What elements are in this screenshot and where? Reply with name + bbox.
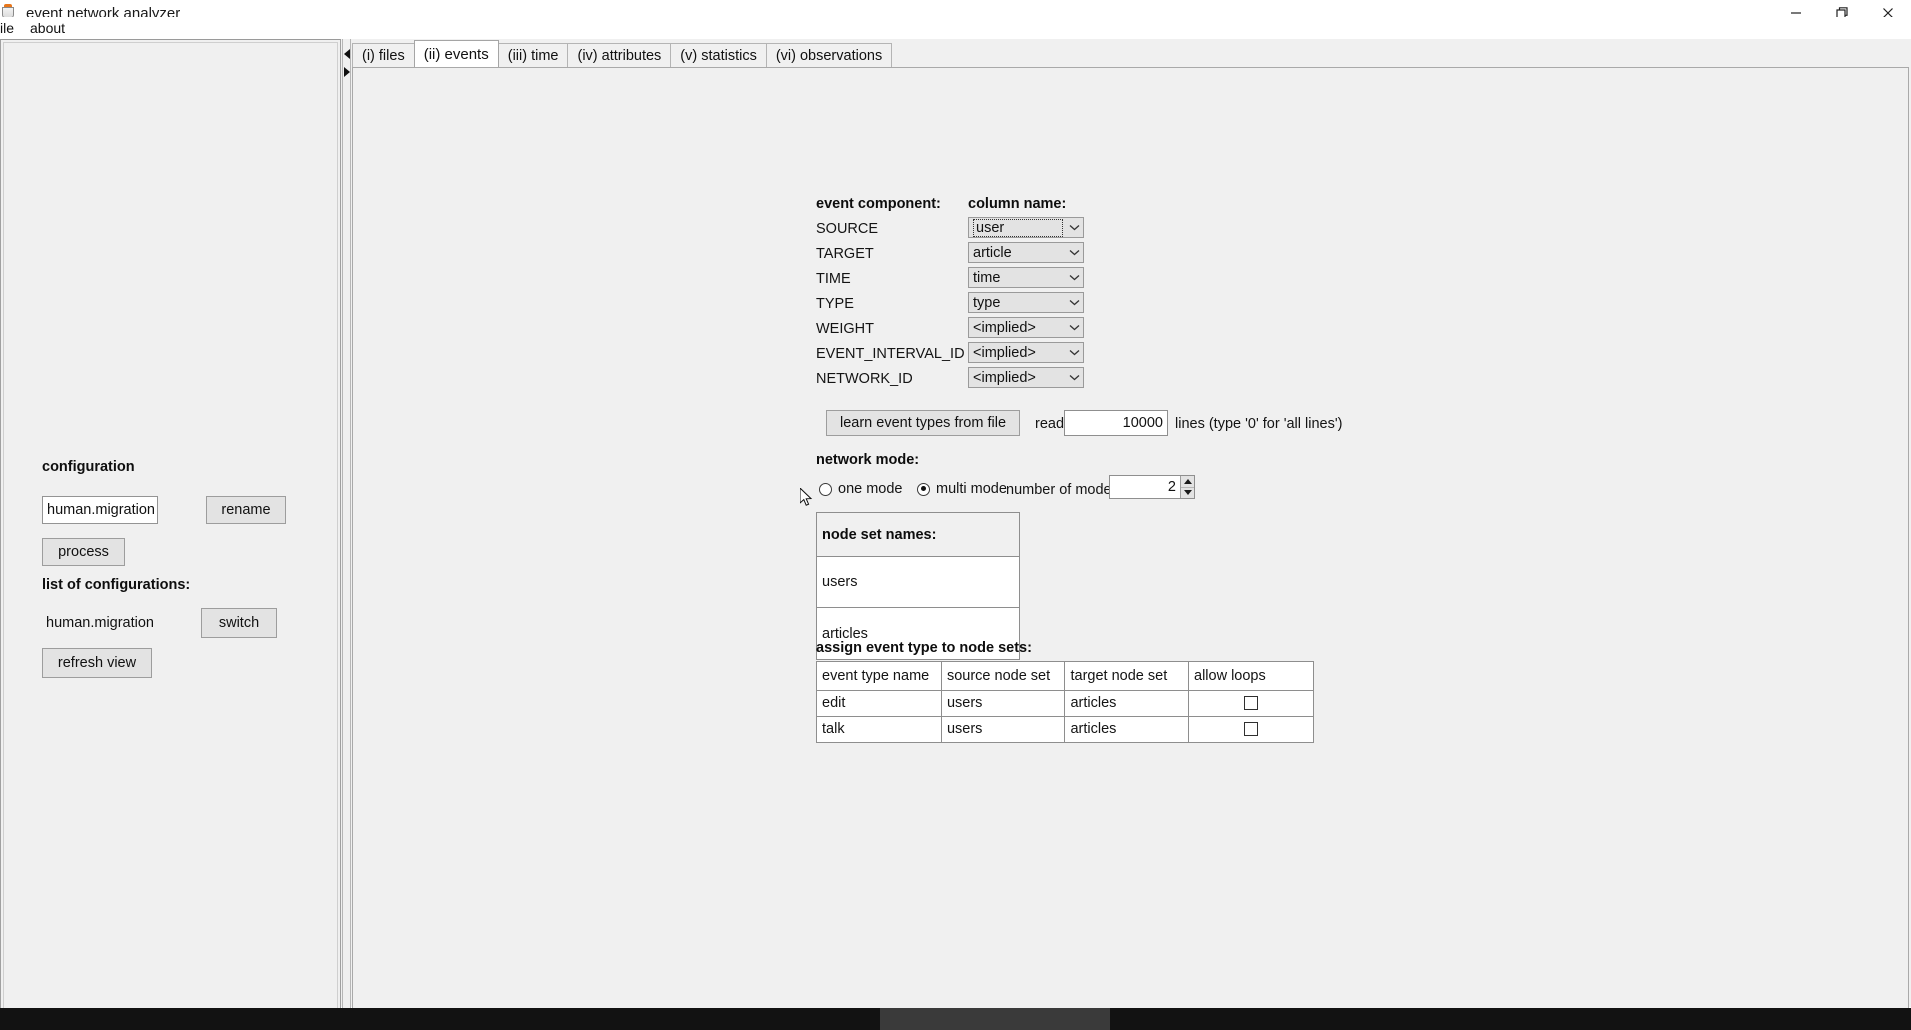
spinner-up-icon[interactable] (1181, 476, 1194, 488)
main-tab-pane: (i) files (ii) events (iii) time (iv) at… (352, 39, 1909, 1019)
column-header-event-type-name: event type name (817, 662, 941, 690)
split-pane: configuration human.migration rename pro… (0, 39, 1911, 1007)
configuration-sidebar-content: configuration human.migration rename pro… (3, 42, 338, 1016)
source-column-value: user (973, 219, 1063, 237)
learn-event-types-button[interactable]: learn event types from file (826, 410, 1020, 436)
events-form: event component: column name: SOURCE use… (353, 68, 1908, 1016)
chevron-down-icon (1065, 343, 1083, 362)
multi-mode-label: multi mode (936, 481, 1007, 497)
label-source: SOURCE (816, 221, 878, 237)
rename-button[interactable]: rename (206, 496, 286, 524)
type-column-dropdown[interactable]: type (968, 292, 1084, 313)
network-mode-heading: network mode: (816, 452, 919, 468)
weight-column-dropdown[interactable]: <implied> (968, 317, 1084, 338)
tab-statistics[interactable]: (v) statistics (670, 43, 767, 67)
refresh-view-button[interactable]: refresh view (42, 648, 152, 678)
label-time: TIME (816, 271, 851, 287)
assign-event-type-heading: assign event type to node sets: (816, 640, 1032, 656)
time-column-value: time (973, 270, 1065, 286)
tab-observations[interactable]: (vi) observations (766, 43, 892, 67)
menu-bar: ile about (0, 17, 1911, 39)
tab-time[interactable]: (iii) time (498, 43, 569, 67)
column-header-target-node-set: target node set (1065, 662, 1189, 690)
number-of-modes-spinner[interactable]: 2 (1109, 475, 1195, 499)
label-type: TYPE (816, 296, 854, 312)
configuration-name-input[interactable]: human.migration (42, 496, 158, 524)
spinner-buttons (1180, 476, 1194, 498)
target-column-value: article (973, 245, 1065, 261)
label-network-id: NETWORK_ID (816, 371, 913, 387)
node-set-names-table: node set names: users articles (816, 512, 1020, 660)
process-button[interactable]: process (42, 538, 125, 566)
number-of-modes-label: number of modes: (1006, 482, 1123, 498)
radio-circle-icon (819, 483, 832, 496)
cell-event-type-name[interactable]: talk (817, 716, 941, 742)
chevron-down-icon (1065, 218, 1083, 237)
label-event-interval-id: EVENT_INTERVAL_ID (816, 346, 965, 362)
event-interval-id-column-value: <implied> (973, 345, 1065, 361)
label-target: TARGET (816, 246, 874, 262)
one-mode-radio[interactable]: one mode (819, 481, 903, 497)
allow-loops-checkbox[interactable] (1244, 722, 1258, 736)
table-header-row: event type name source node set target n… (817, 662, 1313, 690)
table-row[interactable]: edit users articles (817, 690, 1313, 716)
cell-event-type-name[interactable]: edit (817, 690, 941, 716)
chevron-down-icon (1065, 293, 1083, 312)
chevron-down-icon (1065, 268, 1083, 287)
node-set-row[interactable]: users (817, 557, 1019, 608)
read-lines-input[interactable]: 10000 (1064, 410, 1168, 436)
tab-attributes[interactable]: (iv) attributes (567, 43, 671, 67)
configurations-list-heading: list of configurations: (42, 577, 190, 593)
tab-strip: (i) files (ii) events (iii) time (iv) at… (352, 41, 891, 67)
configuration-heading: configuration (42, 459, 135, 475)
event-component-header: event component: (816, 196, 941, 212)
events-tab-panel: event component: column name: SOURCE use… (352, 67, 1909, 1017)
cell-allow-loops[interactable] (1189, 690, 1313, 716)
application-window: event network analyzer ile about (0, 0, 1911, 1030)
menu-about[interactable]: about (22, 18, 73, 38)
cell-allow-loops[interactable] (1189, 716, 1313, 742)
event-interval-id-column-dropdown[interactable]: <implied> (968, 342, 1084, 363)
type-column-value: type (973, 295, 1065, 311)
read-lines-suffix: lines (type '0' for 'all lines') (1175, 416, 1342, 432)
collapse-right-arrow-icon[interactable] (344, 67, 350, 77)
configurations-list-item[interactable]: human.migration (42, 610, 204, 636)
label-weight: WEIGHT (816, 321, 874, 337)
weight-column-value: <implied> (973, 320, 1065, 336)
cell-source-node-set[interactable]: users (941, 690, 1065, 716)
spinner-down-icon[interactable] (1181, 488, 1194, 499)
assign-event-type-table: event type name source node set target n… (816, 661, 1314, 743)
node-set-names-header: node set names: (817, 513, 1019, 557)
collapse-left-arrow-icon[interactable] (344, 49, 350, 59)
source-column-dropdown[interactable]: user (968, 217, 1084, 238)
cell-target-node-set[interactable]: articles (1065, 716, 1189, 742)
menu-file[interactable]: ile (0, 18, 22, 38)
radio-circle-selected-icon (917, 483, 930, 496)
target-column-dropdown[interactable]: article (968, 242, 1084, 263)
one-mode-label: one mode (838, 481, 903, 497)
tab-files[interactable]: (i) files (352, 43, 415, 67)
column-name-header: column name: (968, 196, 1066, 212)
split-pane-divider[interactable] (342, 39, 351, 1019)
time-column-dropdown[interactable]: time (968, 267, 1084, 288)
taskbar-active-window[interactable] (880, 1008, 1110, 1030)
mouse-cursor-icon (800, 488, 814, 508)
chevron-down-icon (1065, 243, 1083, 262)
switch-button[interactable]: switch (201, 608, 277, 638)
configuration-sidebar: configuration human.migration rename pro… (0, 39, 341, 1019)
cell-source-node-set[interactable]: users (941, 716, 1065, 742)
network-id-column-value: <implied> (973, 370, 1065, 386)
cell-target-node-set[interactable]: articles (1065, 690, 1189, 716)
tab-events[interactable]: (ii) events (414, 40, 499, 67)
chevron-down-icon (1065, 318, 1083, 337)
chevron-down-icon (1065, 368, 1083, 387)
network-id-column-dropdown[interactable]: <implied> (968, 367, 1084, 388)
column-header-allow-loops: allow loops (1189, 662, 1313, 690)
allow-loops-checkbox[interactable] (1244, 696, 1258, 710)
multi-mode-radio[interactable]: multi mode (917, 481, 1007, 497)
table-row[interactable]: talk users articles (817, 716, 1313, 742)
number-of-modes-value[interactable]: 2 (1110, 476, 1180, 498)
taskbar (0, 1008, 1911, 1030)
column-header-source-node-set: source node set (941, 662, 1065, 690)
